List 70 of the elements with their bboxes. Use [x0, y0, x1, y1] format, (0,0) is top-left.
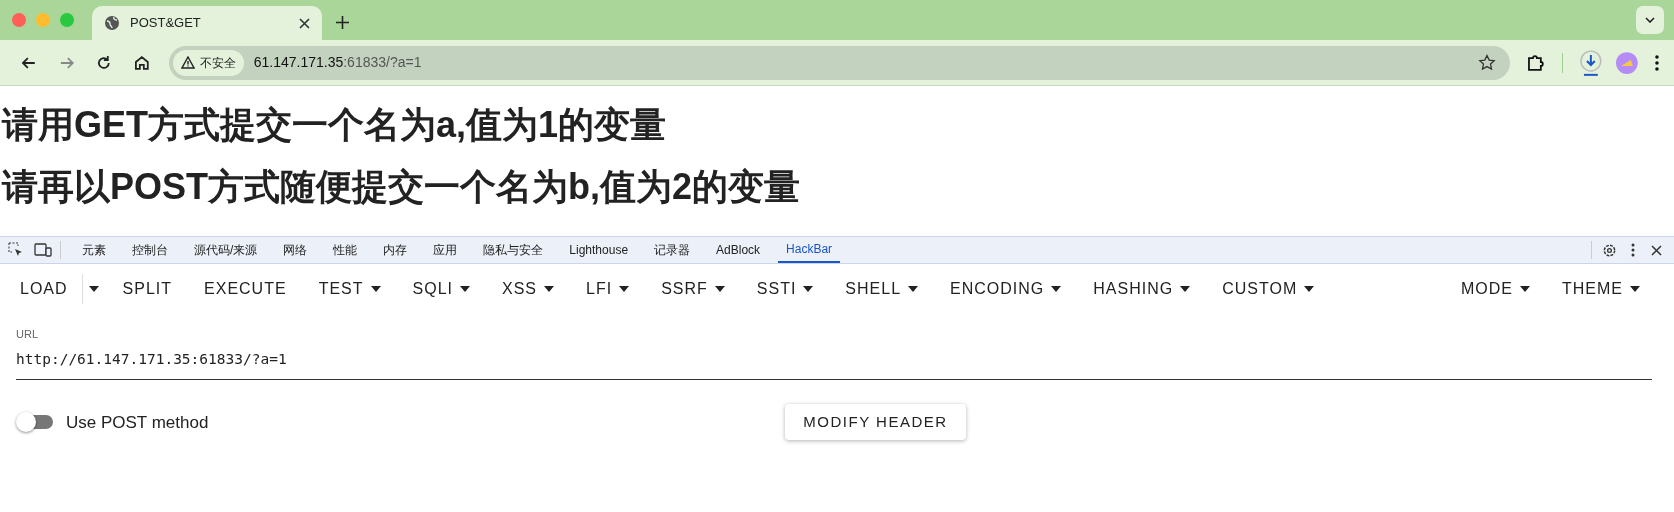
page-heading: 请再以POST方式随便提交一个名为b,值为2的变量: [2, 166, 802, 208]
caret-icon: [1180, 286, 1191, 292]
close-icon[interactable]: [1651, 244, 1662, 256]
devtools-tab[interactable]: 性能: [325, 237, 366, 263]
devtools-tab[interactable]: AdBlock: [708, 237, 769, 263]
devtools-tab[interactable]: 记录器: [646, 237, 699, 263]
devtools-tab[interactable]: 网络: [275, 237, 316, 263]
devtools-tab[interactable]: 源代码/来源: [186, 237, 266, 263]
menu-button[interactable]: HASHING: [1079, 266, 1205, 312]
load-button[interactable]: LOAD: [0, 266, 82, 312]
devtools-tab[interactable]: Lighthouse: [561, 237, 637, 263]
security-label: 不安全: [199, 54, 236, 72]
caret-icon: [544, 286, 554, 292]
device-toolbar-icon[interactable]: [34, 242, 52, 258]
menu-button[interactable]: LFI: [572, 266, 644, 312]
url-host: 61.147.171.35: [253, 53, 344, 72]
menu-button[interactable]: SHELL: [831, 266, 933, 312]
browser-tab[interactable]: POST&GET: [92, 6, 322, 40]
settings-icon[interactable]: [1602, 242, 1617, 258]
more-icon[interactable]: [1631, 243, 1635, 257]
caret-icon: [714, 286, 725, 292]
field-value: http://61.147.171.35:61833/?a=1: [16, 349, 287, 369]
url-field[interactable]: URL http://61.147.171.35:61833/?a=1: [16, 326, 1652, 381]
toggle-switch[interactable]: [16, 412, 54, 433]
menu-button[interactable]: THEME: [1548, 266, 1654, 312]
caret-icon: [803, 286, 814, 292]
tab-title: POST&GET: [130, 14, 202, 33]
devtools-tab[interactable]: HackBar: [778, 237, 841, 263]
caret-icon: [1304, 286, 1315, 292]
devtools-tab[interactable]: 应用: [425, 237, 466, 263]
inspect-icon[interactable]: [8, 242, 24, 258]
caret-icon: [370, 286, 381, 292]
menu-icon[interactable]: [1654, 53, 1660, 72]
security-chip[interactable]: 不安全: [172, 49, 244, 76]
caret-icon: [1520, 286, 1530, 292]
menu-button[interactable]: SPLIT: [108, 266, 187, 312]
menu-button[interactable]: SSTI: [742, 266, 828, 312]
menu-button[interactable]: CUSTOM: [1208, 266, 1329, 312]
devtools-tab[interactable]: 内存: [375, 237, 416, 263]
page-heading: 请用GET方式提交一个名为a,值为1的变量: [2, 104, 668, 146]
menu-button[interactable]: TEST: [304, 266, 395, 312]
caret-icon: [619, 286, 630, 292]
menu-button[interactable]: EXECUTE: [190, 266, 301, 312]
close-icon[interactable]: [299, 17, 310, 29]
address-bar[interactable]: 不安全 61.147.171.35:61833/?a=1: [168, 45, 1510, 80]
extensions-icon[interactable]: [1525, 52, 1546, 73]
modify-header-button[interactable]: MODIFY HEADER: [785, 404, 966, 441]
url-path: :61833/?a=1: [343, 53, 422, 72]
globe-icon: [104, 15, 120, 31]
caret-icon: [1051, 286, 1062, 292]
toggle-label: Use POST method: [66, 411, 209, 434]
new-tab-icon[interactable]: [336, 16, 349, 29]
field-label: URL: [16, 327, 38, 342]
tab-list-button[interactable]: [1636, 6, 1664, 34]
menu-button[interactable]: SQLI: [398, 266, 484, 312]
chevron-icon: [1645, 17, 1655, 23]
caret-icon: [460, 286, 470, 292]
menu-button[interactable]: XSS: [488, 266, 568, 312]
warning-icon: [180, 56, 195, 69]
menu-button[interactable]: SSRF: [647, 266, 739, 312]
menu-button[interactable]: MODE: [1447, 266, 1544, 312]
bookmark-star-icon[interactable]: [1477, 53, 1496, 72]
caret-icon: [1630, 286, 1640, 292]
devtools-tab[interactable]: 控制台: [124, 237, 176, 263]
caret-icon: [908, 286, 919, 292]
devtools-tab[interactable]: 元素: [74, 237, 114, 263]
caret-icon: [88, 286, 99, 292]
download-icon[interactable]: [1578, 48, 1603, 77]
menu-button[interactable]: ENCODING: [936, 266, 1076, 312]
devtools-tab[interactable]: 隐私与安全: [475, 237, 552, 263]
